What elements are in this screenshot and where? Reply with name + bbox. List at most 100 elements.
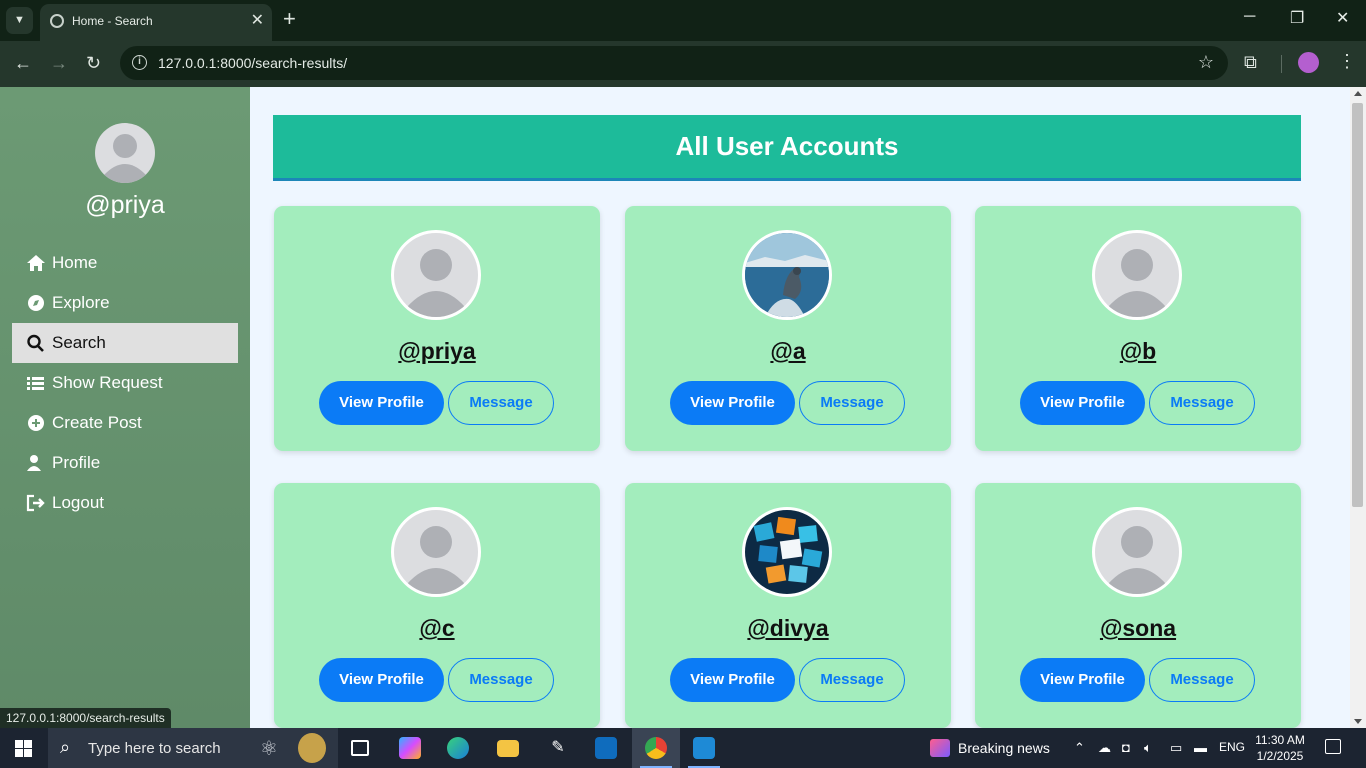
user-card: @sona View Profile Message: [975, 483, 1301, 728]
user-card: @priya View Profile Message: [274, 206, 600, 451]
nav-item-profile[interactable]: Profile: [12, 443, 238, 483]
nav-label: Logout: [52, 493, 104, 512]
nav-label: Search: [52, 333, 106, 352]
user-username[interactable]: @c: [274, 615, 600, 642]
tab-close-icon[interactable]: ✕: [251, 10, 264, 30]
page-title: All User Accounts: [675, 131, 899, 161]
user-card: @b View Profile Message: [975, 206, 1301, 451]
browser-menu-icon[interactable]: ⋮: [1338, 51, 1356, 72]
clock-time: 11:30 AM: [1255, 733, 1305, 747]
scrollbar-thumb[interactable]: [1352, 103, 1363, 507]
nav-item-explore[interactable]: Explore: [12, 283, 238, 323]
logout-icon: [26, 494, 45, 512]
nav-item-search[interactable]: Search: [12, 323, 238, 363]
nav-label: Home: [52, 253, 98, 272]
system-clock[interactable]: 11:30 AM 1/2/2025: [1250, 732, 1310, 764]
pen-tool-icon[interactable]: ✎: [534, 728, 582, 768]
sidebar-avatar[interactable]: [95, 123, 155, 183]
volume-icon[interactable]: 🔈︎: [1144, 740, 1152, 756]
tray-chevron-icon[interactable]: ⌃: [1074, 740, 1085, 756]
nav-label: Show Request: [52, 373, 163, 392]
message-button[interactable]: Message: [1149, 658, 1255, 702]
bookmark-star-icon[interactable]: ☆: [1198, 52, 1214, 73]
view-profile-button[interactable]: View Profile: [319, 381, 444, 425]
taskbar-search[interactable]: ⌕ Type here to search ⚛: [48, 728, 338, 768]
message-button[interactable]: Message: [1149, 381, 1255, 425]
forward-icon[interactable]: →: [50, 53, 68, 73]
clock-date: 1/2/2025: [1256, 749, 1304, 763]
bird-photo-avatar: [742, 230, 832, 320]
outlook-icon[interactable]: [582, 728, 630, 768]
user-username[interactable]: @a: [625, 338, 951, 365]
user-card: @divya View Profile Message: [625, 483, 951, 728]
nav-item-home[interactable]: Home: [12, 243, 238, 283]
minimize-button[interactable]: ─: [1244, 8, 1255, 26]
vscode-icon[interactable]: [680, 728, 728, 768]
file-explorer-icon[interactable]: [484, 728, 532, 768]
edge-icon[interactable]: [434, 728, 482, 768]
message-button[interactable]: Message: [448, 658, 554, 702]
news-label: Breaking news: [958, 740, 1050, 756]
extensions-icon[interactable]: ⧉: [1244, 52, 1257, 73]
reload-icon[interactable]: ↻: [86, 53, 101, 73]
message-button[interactable]: Message: [448, 381, 554, 425]
browser-profile-avatar[interactable]: [1298, 52, 1319, 73]
user-icon: [27, 455, 41, 471]
view-profile-button[interactable]: View Profile: [1020, 658, 1145, 702]
user-avatar: [1092, 230, 1182, 320]
chrome-icon[interactable]: [632, 728, 680, 768]
battery-icon[interactable]: ▬: [1194, 740, 1207, 755]
news-icon: [930, 739, 950, 757]
site-info-icon[interactable]: i: [132, 55, 147, 70]
plus-circle-icon: [28, 415, 44, 431]
user-username[interactable]: @sona: [975, 615, 1301, 642]
url-text[interactable]: 127.0.0.1:8000/search-results/: [158, 55, 347, 71]
nav-label: Create Post: [52, 413, 142, 432]
page-banner: All User Accounts: [273, 115, 1301, 181]
restore-button[interactable]: ❐: [1290, 8, 1304, 28]
cloud-offline-icon[interactable]: ☁: [1098, 740, 1111, 756]
browser-tab[interactable]: Home - Search ✕: [40, 4, 272, 41]
news-widget[interactable]: Breaking news: [930, 739, 1050, 757]
language-indicator[interactable]: ENG: [1219, 740, 1245, 754]
notification-icon[interactable]: [1325, 739, 1341, 754]
tab-title: Home - Search: [72, 14, 153, 28]
message-button[interactable]: Message: [799, 381, 905, 425]
view-profile-button[interactable]: View Profile: [670, 658, 795, 702]
copilot-icon[interactable]: [386, 728, 434, 768]
nav-item-show-request[interactable]: Show Request: [12, 363, 238, 403]
view-profile-button[interactable]: View Profile: [670, 381, 795, 425]
message-button[interactable]: Message: [799, 658, 905, 702]
user-username[interactable]: @priya: [274, 338, 600, 365]
page-viewport: @priya Home Explore Search Show Request …: [0, 87, 1366, 728]
windows-start-icon[interactable]: [15, 740, 32, 757]
nav-label: Profile: [52, 453, 101, 472]
nav-label: Explore: [52, 293, 110, 312]
user-avatar: [391, 230, 481, 320]
scroll-up-icon[interactable]: [1354, 91, 1362, 96]
taskbar: ⌕ Type here to search ⚛ ✎ Breaking news …: [0, 728, 1366, 768]
back-icon[interactable]: ←: [14, 53, 32, 73]
user-avatar: [1092, 507, 1182, 597]
view-profile-button[interactable]: View Profile: [319, 658, 444, 702]
page-scrollbar[interactable]: [1350, 87, 1366, 728]
camera-icon[interactable]: ◘: [1122, 740, 1130, 755]
atom-icon: ⚛: [260, 738, 278, 760]
list-icon: [27, 377, 44, 390]
network-icon[interactable]: ▭: [1170, 740, 1182, 756]
window-close-button[interactable]: ✕: [1336, 8, 1349, 28]
sidebar-username: @priya: [85, 191, 165, 219]
nav-item-logout[interactable]: Logout: [12, 483, 238, 523]
address-bar[interactable]: i 127.0.0.1:8000/search-results/ ☆: [120, 46, 1228, 80]
scroll-down-icon[interactable]: [1354, 719, 1362, 724]
user-card: @a View Profile Message: [625, 206, 951, 451]
user-username[interactable]: @divya: [625, 615, 951, 642]
tab-list-button[interactable]: ▼: [6, 7, 33, 34]
new-tab-button[interactable]: +: [283, 8, 296, 30]
task-view-icon[interactable]: [336, 728, 384, 768]
user-username[interactable]: @b: [975, 338, 1301, 365]
nav-item-create-post[interactable]: Create Post: [12, 403, 238, 443]
view-profile-button[interactable]: View Profile: [1020, 381, 1145, 425]
user-card: @c View Profile Message: [274, 483, 600, 728]
globe-icon: [50, 14, 64, 28]
